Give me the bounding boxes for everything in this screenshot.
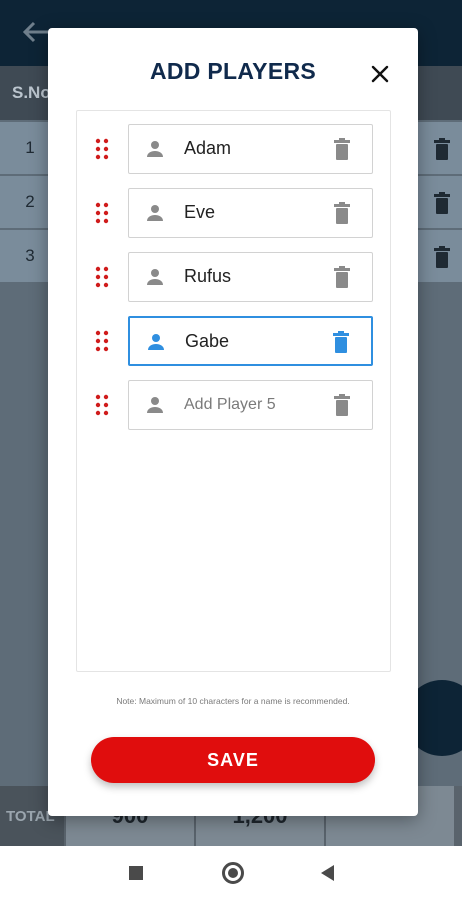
delete-icon[interactable] [334, 202, 350, 224]
person-icon [147, 141, 163, 157]
players-list: Adam Eve Rufus Gabe Add Player 5 [76, 110, 391, 672]
system-nav-bar [0, 846, 462, 900]
drag-handle-icon[interactable] [95, 394, 109, 416]
player-name-field[interactable]: Add Player 5 [128, 380, 373, 430]
list-item: Add Player 5 [77, 380, 390, 430]
sno-header: S.No [12, 83, 51, 102]
list-item: Adam [77, 124, 390, 174]
add-players-dialog: ADD PLAYERS Adam Eve Rufus Gabe Add Play… [48, 28, 418, 816]
person-icon [147, 269, 163, 285]
close-icon[interactable] [368, 62, 392, 86]
list-item: Gabe [77, 316, 390, 366]
player-name-field-active[interactable]: Gabe [128, 316, 373, 366]
character-limit-note: Note: Maximum of 10 characters for a nam… [116, 696, 350, 706]
list-item: Eve [77, 188, 390, 238]
trash-icon [434, 192, 450, 214]
dialog-title: ADD PLAYERS [149, 58, 317, 84]
delete-icon[interactable] [334, 138, 350, 160]
drag-handle-icon[interactable] [95, 266, 109, 288]
player-name: Gabe [185, 331, 230, 351]
recents-icon[interactable] [129, 866, 143, 880]
trash-icon [434, 246, 450, 268]
delete-icon[interactable] [334, 394, 350, 416]
drag-handle-icon[interactable] [95, 330, 109, 352]
player-name-field[interactable]: Rufus [128, 252, 373, 302]
nav-back-icon[interactable] [321, 865, 334, 881]
delete-icon[interactable] [333, 331, 349, 353]
player-name: Eve [184, 202, 216, 222]
home-icon[interactable] [222, 862, 244, 884]
delete-icon[interactable] [334, 266, 350, 288]
drag-handle-icon[interactable] [95, 202, 109, 224]
player-name: Rufus [184, 266, 232, 286]
player-name-placeholder: Add Player 5 [184, 396, 276, 413]
drag-handle-icon[interactable] [95, 138, 109, 160]
person-icon [148, 334, 164, 350]
trash-icon [434, 138, 450, 160]
save-button[interactable]: SAVE [91, 737, 375, 783]
person-icon [147, 205, 163, 221]
player-name: Adam [184, 138, 232, 158]
person-icon [147, 397, 163, 413]
player-name-field[interactable]: Eve [128, 188, 373, 238]
player-name-field[interactable]: Adam [128, 124, 373, 174]
back-arrow-icon[interactable] [22, 20, 50, 44]
list-item: Rufus [77, 252, 390, 302]
